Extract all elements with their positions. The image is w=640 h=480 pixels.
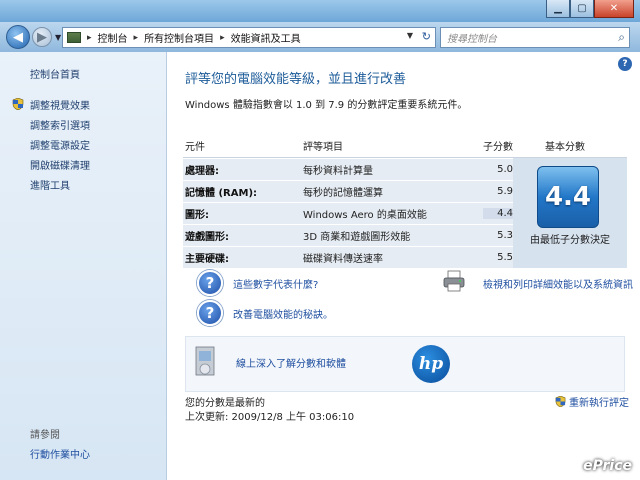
see-also-heading: 請參閱: [30, 430, 60, 441]
hp-logo[interactable]: hp: [412, 345, 450, 383]
rating-description: 每秒的記憶體運算: [303, 188, 383, 199]
sidebar-item-disk-cleanup[interactable]: 開啟磁碟清理: [12, 154, 90, 174]
main-content: ? 評等您的電腦效能等級，並且進行改善 Windows 體驗指數會以 1.0 到…: [167, 52, 640, 480]
address-bar[interactable]: ▸ 控制台 ▸ 所有控制台項目 ▸ 效能資訊及工具 ▼ ↻: [62, 27, 436, 48]
base-score-panel: 4.4 由最低子分數決定: [513, 158, 627, 268]
column-header-subscore: 子分數: [483, 142, 513, 153]
action-center-link[interactable]: 行動作業中心: [30, 446, 90, 461]
subscore-value: 5.0: [497, 164, 513, 175]
forward-button[interactable]: ▶: [32, 27, 52, 47]
sidebar-item-label: 調整索引選項: [30, 120, 90, 132]
sidebar-tasks: 調整視覺效果 調整索引選項 調整電源設定 開啟磁碟清理 進階工具: [12, 94, 90, 194]
search-placeholder: 搜尋控制台: [447, 34, 497, 45]
sidebar-item-label: 調整電源設定: [30, 140, 90, 152]
back-forward-group: ◀ ▶ ▼: [6, 25, 61, 49]
sidebar-item-indexing[interactable]: 調整索引選項: [12, 114, 90, 134]
minimize-button[interactable]: ▁: [546, 0, 570, 18]
sidebar-item-label: 開啟磁碟清理: [30, 160, 90, 172]
column-header-rating: 評等項目: [303, 142, 343, 153]
chevron-right-icon[interactable]: ▸: [220, 33, 225, 43]
print-details-link[interactable]: 檢視和列印詳細效能以及系統資訊: [483, 276, 633, 291]
sidebar-item-visual-effects[interactable]: 調整視覺效果: [12, 94, 90, 114]
sidebar-item-label: 進階工具: [30, 180, 70, 192]
subscore-value: 5.9: [497, 186, 513, 197]
component-name: 遊戲圖形:: [185, 232, 229, 243]
software-box-icon: [195, 346, 215, 376]
question-icon: ?: [197, 300, 223, 326]
score-status: 您的分數是最新的: [185, 398, 265, 409]
base-score-label: 由最低子分數決定: [530, 235, 610, 246]
shield-icon: [555, 396, 566, 407]
subscore-value: 5.5: [497, 252, 513, 263]
intro-text: Windows 體驗指數會以 1.0 到 7.9 的分數評定重要系統元件。: [185, 100, 468, 111]
shield-icon: [12, 98, 24, 110]
rating-description: 磁碟資料傳送速率: [303, 254, 383, 265]
rerun-assessment-button[interactable]: 重新執行評定: [555, 394, 629, 409]
what-numbers-mean-link[interactable]: 這些數字代表什麼?: [233, 276, 318, 291]
chevron-right-icon[interactable]: ▸: [134, 33, 139, 43]
sidebar-item-advanced-tools[interactable]: 進階工具: [12, 174, 90, 194]
control-panel-icon: [67, 32, 81, 43]
recent-pages-dropdown[interactable]: ▼: [55, 33, 61, 42]
online-resources-panel: 線上深入了解分數和軟體 hp: [185, 336, 625, 392]
breadcrumb-all-items[interactable]: 所有控制台項目: [144, 30, 214, 45]
maximize-button[interactable]: ▢: [570, 0, 594, 18]
sidebar-item-power[interactable]: 調整電源設定: [12, 134, 90, 154]
rating-description: 3D 商業和遊戲圖形效能: [303, 232, 411, 243]
eprice-watermark: ePrice: [583, 458, 632, 474]
component-name: 主要硬碟:: [185, 254, 229, 265]
arrow-left-icon: ◀: [13, 29, 23, 45]
component-name: 記憶體 (RAM):: [185, 188, 258, 199]
close-button[interactable]: ✕: [594, 0, 634, 18]
rating-description: Windows Aero 的桌面效能: [303, 210, 427, 221]
rerun-assessment-label: 重新執行評定: [569, 398, 629, 409]
rating-description: 每秒資料計算量: [303, 166, 373, 177]
subscore-value: 4.4: [483, 208, 513, 219]
component-name: 圖形:: [185, 210, 209, 221]
printer-icon: [443, 270, 465, 292]
sidebar-item-label: 調整視覺效果: [30, 100, 90, 112]
help-icon[interactable]: ?: [618, 57, 632, 71]
question-icon: ?: [197, 270, 223, 296]
last-update-time: 上次更新: 2009/12/8 上午 03:06:10: [185, 412, 355, 423]
sidebar-home-link[interactable]: 控制台首頁: [30, 66, 80, 81]
column-header-basescore: 基本分數: [545, 142, 585, 153]
refresh-icon[interactable]: ↻: [422, 30, 431, 43]
learn-online-link[interactable]: 線上深入了解分數和軟體: [236, 355, 346, 370]
chevron-right-icon[interactable]: ▸: [87, 33, 92, 43]
window-controls: ▁ ▢ ✕: [546, 0, 634, 18]
base-score-badge: 4.4: [537, 166, 599, 228]
title-bar: ▁ ▢ ✕: [0, 0, 640, 22]
breadcrumb-performance[interactable]: 效能資訊及工具: [231, 30, 301, 45]
performance-tips-link[interactable]: 改善電腦效能的秘訣。: [233, 306, 333, 321]
navigation-bar: ◀ ▶ ▼ ▸ 控制台 ▸ 所有控制台項目 ▸ 效能資訊及工具 ▼ ↻ 搜尋控制…: [0, 22, 640, 52]
column-header-component: 元件: [185, 142, 205, 153]
chevron-down-icon[interactable]: ▼: [407, 31, 413, 40]
table-header: 元件 評等項目 子分數 基本分數: [183, 134, 627, 158]
score-table: 元件 評等項目 子分數 基本分數 處理器: 每秒資料計算量 5.0 記憶體 (R…: [183, 134, 627, 268]
subscore-value: 5.3: [497, 230, 513, 241]
back-button[interactable]: ◀: [6, 25, 30, 49]
arrow-right-icon: ▶: [37, 29, 47, 45]
search-input[interactable]: 搜尋控制台 ⌕: [440, 27, 630, 48]
page-title: 評等您的電腦效能等級，並且進行改善: [185, 72, 407, 87]
component-name: 處理器:: [185, 166, 219, 177]
breadcrumb-control-panel[interactable]: 控制台: [98, 30, 128, 45]
search-icon[interactable]: ⌕: [618, 30, 625, 45]
sidebar: 控制台首頁 調整視覺效果 調整索引選項 調整電源設定 開啟磁碟清理 進階工具 請…: [0, 52, 167, 480]
